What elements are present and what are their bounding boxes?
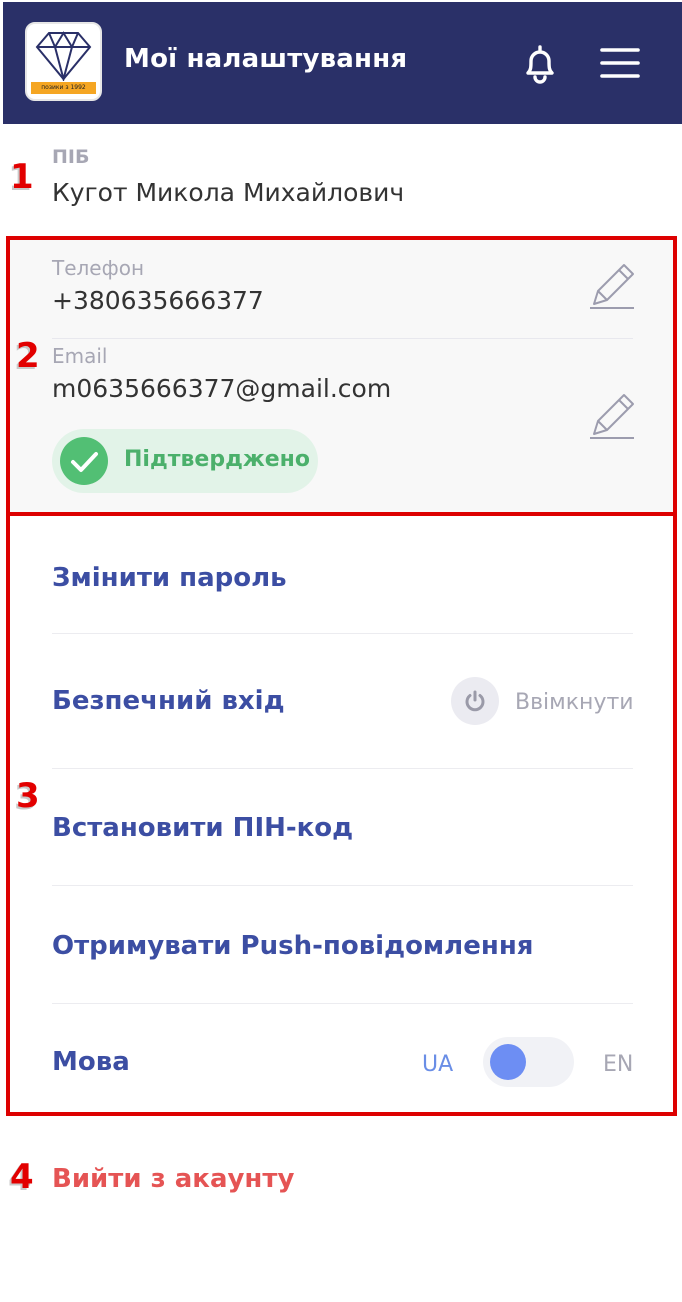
email-value: m0635666377@gmail.com xyxy=(52,374,392,403)
settings-divider xyxy=(52,768,633,769)
phone-label: Телефон xyxy=(52,256,145,280)
logout-link[interactable]: Вийти з акаунту xyxy=(52,1164,294,1194)
power-icon xyxy=(465,690,485,712)
settings-divider xyxy=(52,633,633,634)
annotation-marker-1: 1 xyxy=(10,157,34,197)
change-password-link[interactable]: Змінити пароль xyxy=(52,563,287,593)
email-label: Email xyxy=(52,344,108,368)
annotation-marker-2: 2 xyxy=(16,336,40,376)
bell-icon[interactable] xyxy=(518,42,562,86)
page-title: Мої налаштування xyxy=(124,44,408,74)
app-header: позики з 1992 Мої налаштування xyxy=(3,2,682,124)
hamburger-menu-icon[interactable] xyxy=(599,46,641,80)
secure-login-state[interactable]: Ввімкнути xyxy=(515,690,634,715)
brand-logo[interactable]: позики з 1992 xyxy=(25,22,102,101)
settings-divider xyxy=(52,1003,633,1004)
settings-section: Змінити пароль Безпечний вхід Ввімкнути … xyxy=(6,512,677,1116)
phone-value: +380635666377 xyxy=(52,286,264,315)
language-toggle-knob xyxy=(490,1044,526,1080)
contacts-section: Телефон +380635666377 2 Email m063566637… xyxy=(6,236,677,516)
edit-email-pencil-icon[interactable] xyxy=(586,390,638,442)
push-notifications-link[interactable]: Отримувати Push-повідомлення xyxy=(52,931,533,961)
secure-login-label: Безпечний вхід xyxy=(52,686,285,716)
verified-label: Підтверджено xyxy=(124,447,310,472)
edit-phone-pencil-icon[interactable] xyxy=(586,260,638,312)
diamond-logo-icon xyxy=(35,31,92,81)
logo-ribbon: позики з 1992 xyxy=(31,82,96,94)
language-toggle[interactable] xyxy=(483,1037,574,1087)
language-ua-option[interactable]: UA xyxy=(422,1052,453,1077)
settings-divider xyxy=(52,885,633,886)
set-pin-link[interactable]: Встановити ПІН-код xyxy=(52,813,353,843)
email-verified-badge: Підтверджено xyxy=(52,429,318,493)
checkmark-icon xyxy=(60,437,108,485)
full-name-label: ПІБ xyxy=(52,146,90,168)
full-name-value: Кугот Микола Михайлович xyxy=(52,178,405,207)
annotation-marker-4: 4 xyxy=(10,1157,34,1197)
language-label: Мова xyxy=(52,1047,130,1077)
language-en-option[interactable]: EN xyxy=(603,1052,633,1077)
annotation-marker-3: 3 xyxy=(16,776,40,816)
contacts-divider xyxy=(52,338,633,339)
power-toggle-button[interactable] xyxy=(451,677,499,725)
